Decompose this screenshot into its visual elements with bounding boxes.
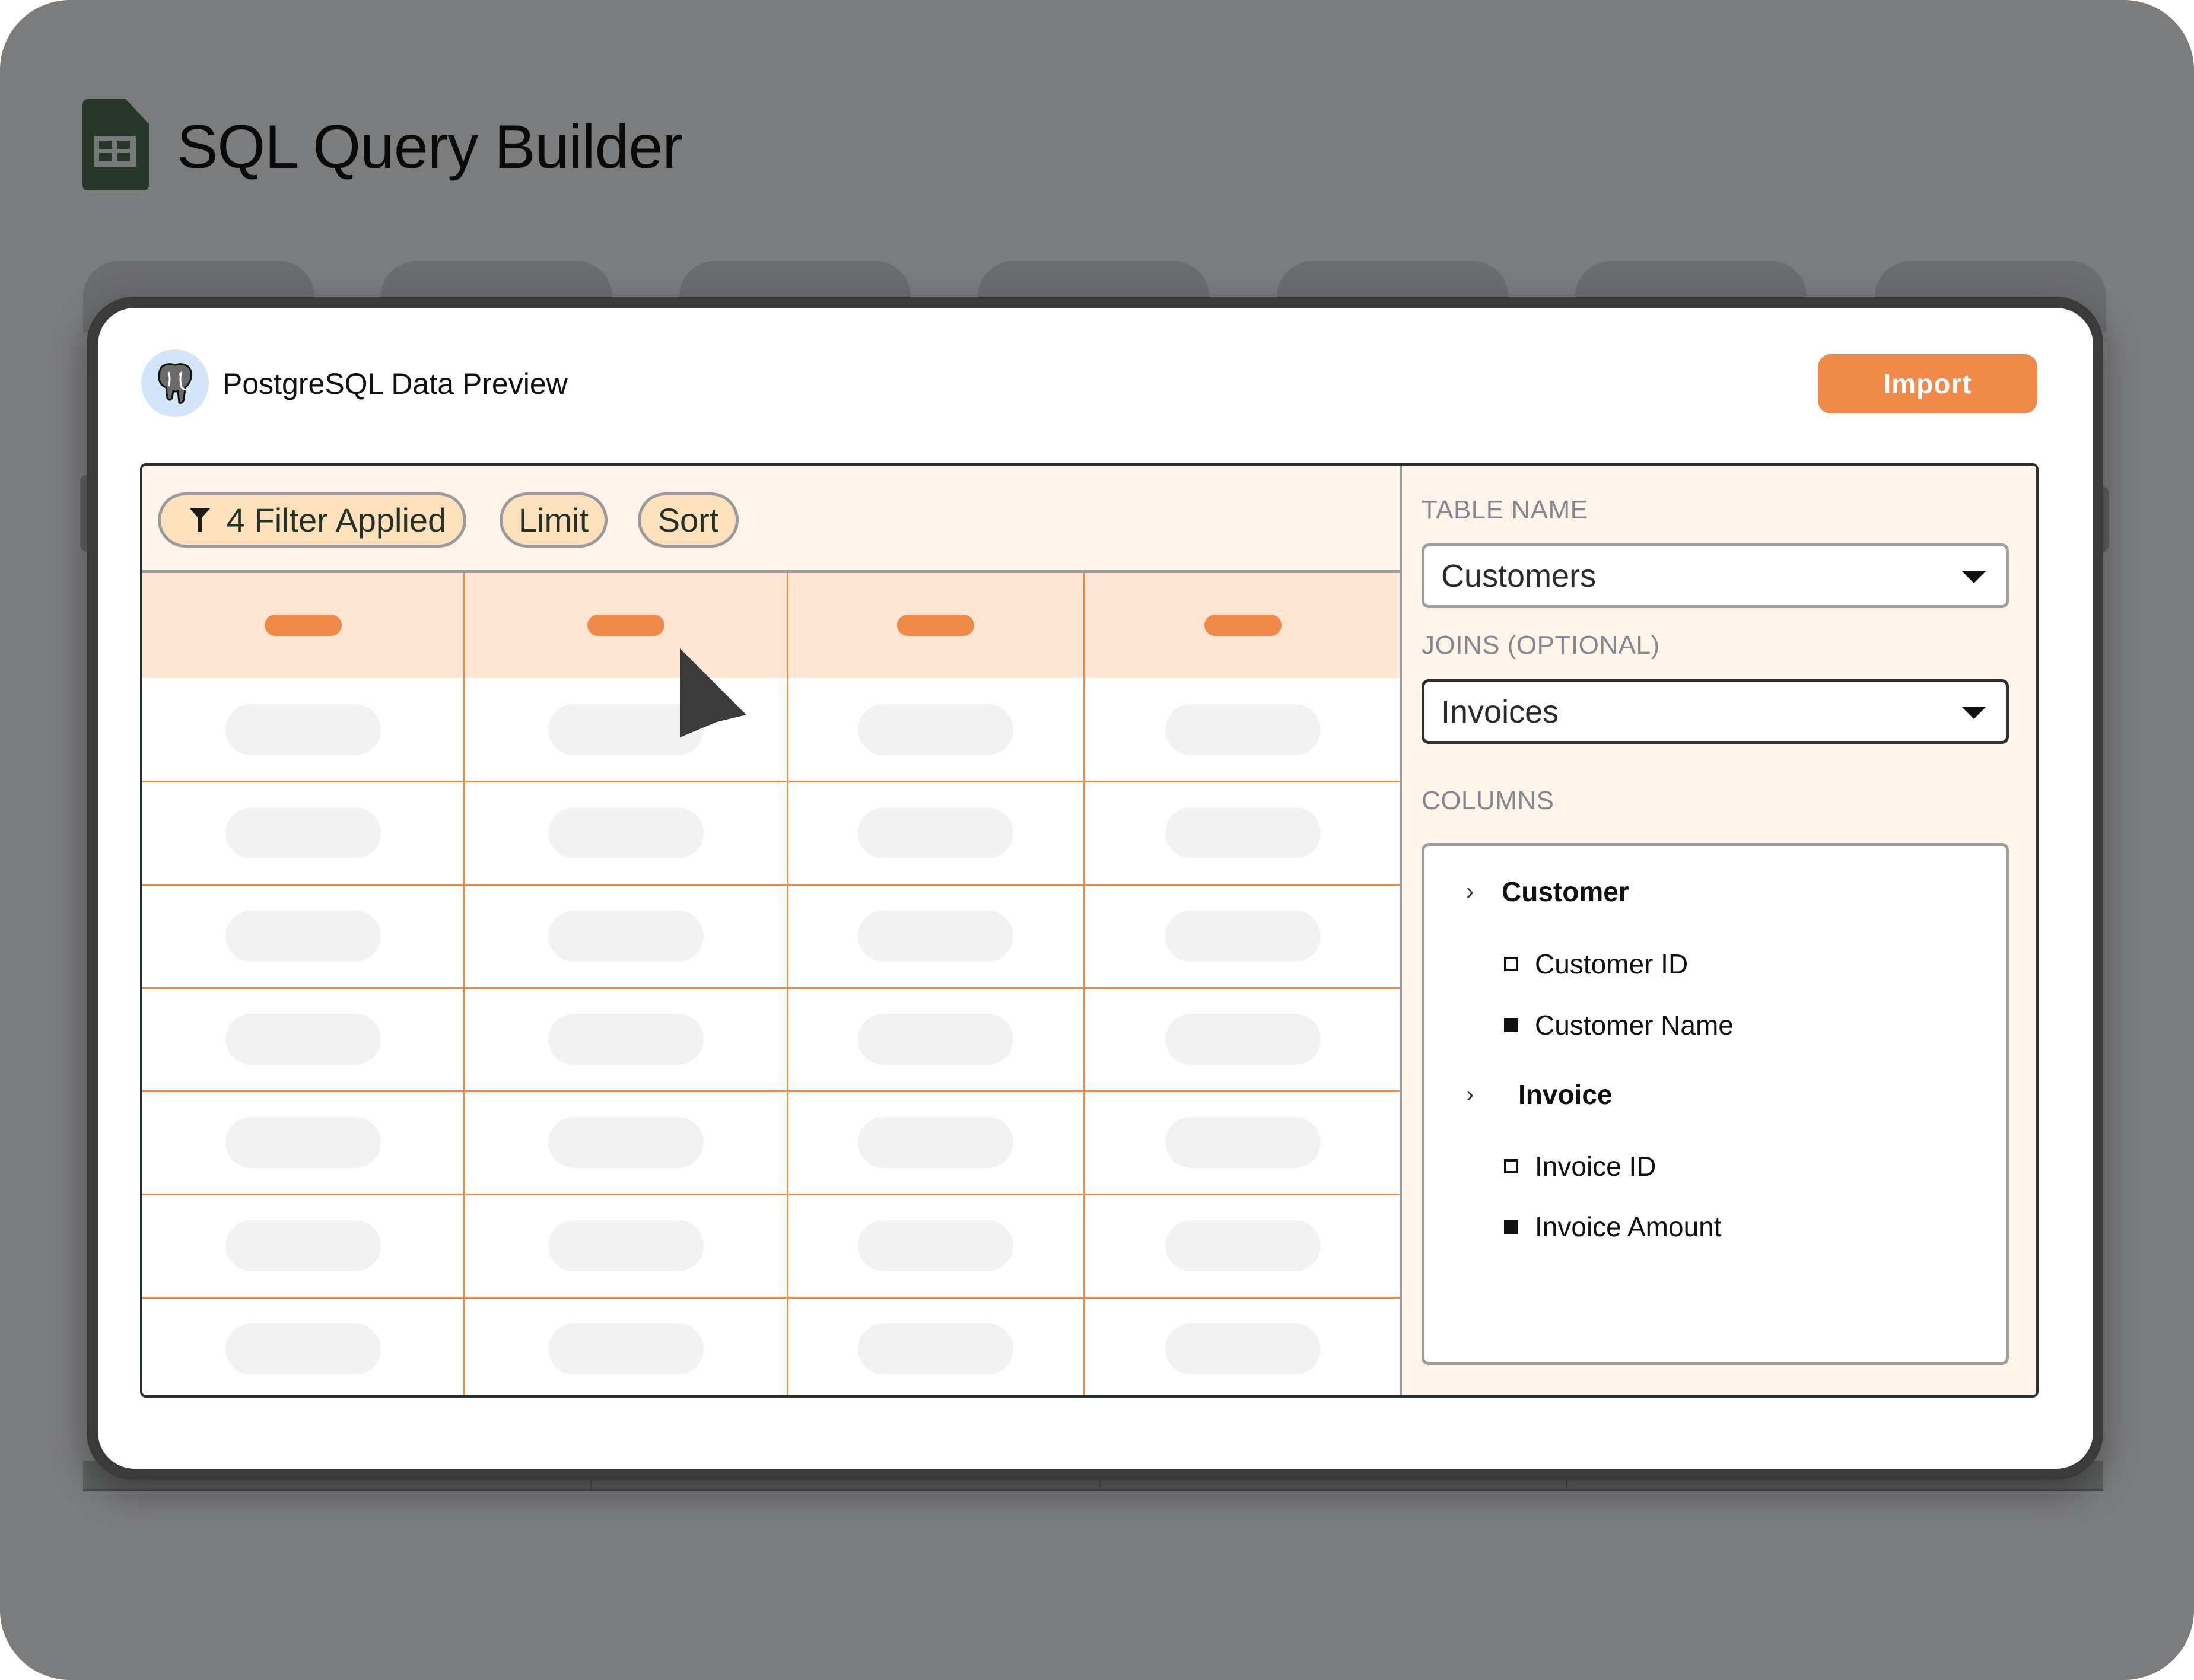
- cell-placeholder: [1165, 1220, 1321, 1271]
- cell-placeholder: [858, 704, 1013, 755]
- columns-tree: › Customer Customer ID Customer Name › I…: [1422, 843, 2009, 1365]
- joins-label: JOINS (OPTIONAL): [1422, 631, 1660, 660]
- cell-placeholder: [1165, 1117, 1321, 1168]
- tree-group-label: Customer: [1502, 876, 1629, 907]
- column-header-placeholder[interactable]: [265, 615, 342, 636]
- tree-item-invoice-amount[interactable]: Invoice Amount: [1504, 1211, 1722, 1243]
- cell-placeholder: [548, 1220, 704, 1271]
- columns-label: COLUMNS: [1422, 786, 1554, 815]
- row-divider: [142, 1297, 1400, 1299]
- cell-placeholder: [858, 807, 1013, 858]
- caret-down-icon: [1962, 707, 1986, 719]
- cell-placeholder: [548, 1117, 704, 1168]
- chevron-right-icon[interactable]: ›: [1466, 1081, 1518, 1108]
- cell-placeholder: [858, 1014, 1013, 1065]
- cell-placeholder: [548, 1323, 704, 1374]
- table-name-label: TABLE NAME: [1422, 495, 1588, 524]
- cell-placeholder: [225, 807, 381, 858]
- column-divider: [1083, 573, 1085, 1395]
- table-name-select[interactable]: Customers: [1422, 543, 2009, 608]
- column-divider: [787, 573, 788, 1395]
- joins-select[interactable]: Invoices: [1422, 679, 2009, 744]
- row-divider: [142, 1194, 1400, 1195]
- filter-chip-label: 4 Filter Applied: [226, 501, 447, 539]
- cell-placeholder: [548, 807, 704, 858]
- modal-title: PostgreSQL Data Preview: [222, 367, 568, 400]
- cell-placeholder: [1165, 1323, 1321, 1374]
- checkbox-unchecked-icon[interactable]: [1504, 1159, 1518, 1173]
- app-title: SQL Query Builder: [177, 113, 683, 182]
- table-name-value: Customers: [1441, 558, 1597, 594]
- cell-placeholder: [225, 1117, 381, 1168]
- query-toolbar: 4 Filter Applied Limit Sort: [142, 466, 1400, 573]
- sort-chip-label: Sort: [657, 501, 719, 539]
- tree-group-customer[interactable]: › Customer: [1466, 876, 1629, 908]
- cell-placeholder: [1165, 704, 1321, 755]
- chevron-right-icon[interactable]: ›: [1466, 879, 1502, 905]
- tree-item-label: Customer Name: [1535, 1010, 1734, 1041]
- funnel-icon: [189, 508, 210, 532]
- tree-group-label: Invoice: [1518, 1079, 1613, 1110]
- tree-item-label: Invoice Amount: [1535, 1211, 1722, 1242]
- cell-placeholder: [858, 911, 1013, 962]
- tree-item-label: Customer ID: [1535, 949, 1689, 979]
- filter-chip[interactable]: 4 Filter Applied: [158, 492, 466, 548]
- joins-value: Invoices: [1441, 693, 1559, 730]
- cell-placeholder: [225, 911, 381, 962]
- cell-placeholder: [225, 704, 381, 755]
- cell-placeholder: [225, 1323, 381, 1374]
- cell-placeholder: [858, 1323, 1013, 1374]
- import-button[interactable]: Import: [1818, 354, 2037, 413]
- tree-group-invoice[interactable]: › Invoice: [1466, 1078, 1613, 1111]
- cell-placeholder: [548, 911, 704, 962]
- cell-placeholder: [1165, 807, 1321, 858]
- row-divider: [142, 987, 1400, 989]
- data-grid: 4 Filter Applied Limit Sort: [142, 466, 1402, 1395]
- cell-placeholder: [858, 1220, 1013, 1271]
- spreadsheet-icon: [82, 99, 149, 190]
- column-header-placeholder[interactable]: [587, 615, 664, 636]
- tree-item-customer-name[interactable]: Customer Name: [1504, 1009, 1734, 1041]
- tree-item-customer-id[interactable]: Customer ID: [1504, 948, 1688, 980]
- limit-chip-label: Limit: [518, 501, 589, 539]
- checkbox-checked-icon[interactable]: [1504, 1018, 1518, 1032]
- cell-placeholder: [858, 1117, 1013, 1168]
- cell-placeholder: [1165, 1014, 1321, 1065]
- data-preview-panel: 4 Filter Applied Limit Sort TABLE NAME C…: [140, 463, 2039, 1398]
- column-header-placeholder[interactable]: [1204, 615, 1282, 636]
- tree-item-label: Invoice ID: [1535, 1151, 1656, 1182]
- row-divider: [142, 1090, 1400, 1092]
- mouse-cursor-icon: [680, 648, 746, 737]
- row-divider: [142, 781, 1400, 782]
- caret-down-icon: [1962, 571, 1986, 583]
- cell-placeholder: [225, 1220, 381, 1271]
- row-divider: [142, 884, 1400, 886]
- limit-chip[interactable]: Limit: [500, 492, 608, 548]
- checkbox-checked-icon[interactable]: [1504, 1220, 1518, 1234]
- postgresql-elephant-icon: [158, 363, 193, 404]
- column-header-placeholder[interactable]: [897, 615, 974, 636]
- tree-item-invoice-id[interactable]: Invoice ID: [1504, 1150, 1656, 1182]
- sort-chip[interactable]: Sort: [638, 492, 739, 548]
- query-settings-sidebar: TABLE NAME Customers JOINS (OPTIONAL) In…: [1402, 466, 2036, 1395]
- postgresql-logo: [141, 349, 209, 417]
- cell-placeholder: [548, 1014, 704, 1065]
- cell-placeholder: [225, 1014, 381, 1065]
- checkbox-unchecked-icon[interactable]: [1504, 957, 1518, 971]
- column-divider: [463, 573, 465, 1395]
- cell-placeholder: [1165, 911, 1321, 962]
